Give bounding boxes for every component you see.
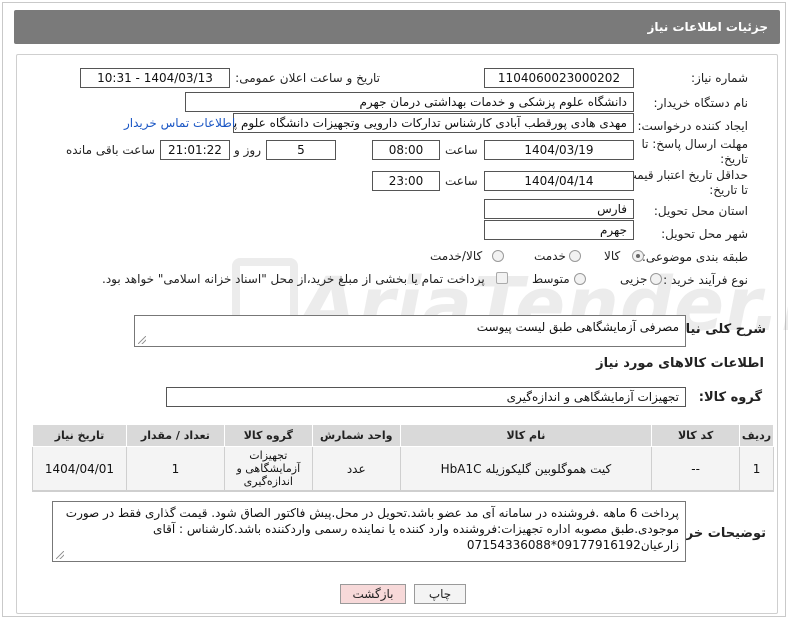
buyer-org-label: نام دستگاه خریدار: [653, 96, 749, 110]
back-button[interactable]: بازگشت [340, 584, 406, 604]
cell-name: کیت هموگلوبین گلیکوزیله HbA1C [399, 446, 653, 491]
category-radio-service[interactable] [569, 250, 581, 262]
goods-group-field[interactable]: تجهیزات آزمایشگاهی و اندازه‌گیری [166, 387, 686, 407]
deadline-label-line1: مهلت ارسال پاسخ: تا [641, 137, 748, 151]
validity-time-field[interactable]: 23:00 [372, 171, 440, 191]
creator-field[interactable]: مهدی هادی پورقطب آبادی کارشناس تدارکات د… [233, 113, 634, 133]
province-label: استان محل تحویل: [653, 204, 748, 218]
category-option-goods: کالا [604, 249, 621, 263]
header-need-date: تاریخ نیاز [32, 424, 127, 447]
validity-date-field[interactable]: 1404/04/14 [484, 171, 634, 191]
remaining-time-field[interactable]: 21:01:22 [160, 140, 230, 160]
table-header-row: ردیف کد کالا نام کالا واحد شمارش گروه کا… [32, 424, 774, 447]
category-label: طبقه بندی موضوعی: [641, 250, 748, 264]
goods-group-label: گروه کالا: [698, 390, 762, 405]
days-label: روز و [234, 143, 261, 157]
cell-row-number: 1 [739, 446, 774, 491]
need-number-field[interactable]: 1104060023000202 [484, 68, 634, 88]
category-radio-goods-service[interactable] [492, 250, 504, 262]
validity-label-line2: تا تاریخ: [709, 183, 748, 197]
table-row[interactable]: 1 -- کیت هموگلوبین گلیکوزیله HbA1C عدد ت… [32, 446, 774, 491]
resize-grip-icon[interactable] [138, 336, 146, 344]
deadline-time-label: ساعت [445, 143, 478, 157]
need-number-label: شماره نیاز: [691, 71, 748, 85]
deadline-time-field[interactable]: 08:00 [372, 140, 440, 160]
category-option-goods-service: کالا/خدمت [430, 249, 483, 263]
creator-label: ایجاد کننده درخواست: [637, 119, 748, 133]
print-button[interactable]: چاپ [414, 584, 466, 604]
process-option-medium: متوسط [532, 272, 570, 286]
announce-field[interactable]: 1404/03/13 - 10:31 [80, 68, 230, 88]
process-radio-medium[interactable] [574, 273, 586, 285]
description-text: مصرفی آزمایشگاهی طبق لیست پیوست [476, 320, 679, 334]
cell-quantity: 1 [126, 446, 225, 491]
cell-group: تجهیزات آزمایشگاهی و اندازه‌گیری [223, 446, 313, 491]
process-option-minor: جزیی [620, 272, 648, 286]
validity-time-label: ساعت [445, 174, 478, 188]
remaining-label: ساعت باقی مانده [66, 143, 156, 157]
page-title: جزئیات اطلاعات نیاز [647, 20, 768, 34]
goods-section-title: اطلاعات کالاهای مورد نیاز [596, 356, 764, 371]
validity-label-line1: حداقل تاریخ اعتبار قیمت: [621, 168, 748, 182]
process-type-label: نوع فرآیند خرید : [663, 273, 748, 287]
title-bar: جزئیات اطلاعات نیاز [14, 10, 780, 44]
announce-label: تاریخ و ساعت اعلان عمومی: [235, 71, 380, 85]
deadline-date-field[interactable]: 1404/03/19 [484, 140, 634, 160]
days-remaining-field[interactable]: 5 [266, 140, 336, 160]
description-label: شرح کلی نیاز: [672, 322, 766, 337]
buyer-org-field[interactable]: دانشگاه علوم پزشکی و خدمات بهداشتی درمان… [185, 92, 634, 112]
header-code: کد کالا [651, 424, 741, 447]
items-table: ردیف کد کالا نام کالا واحد شمارش گروه کا… [32, 424, 774, 491]
header-row-number: ردیف [739, 424, 774, 447]
description-textarea[interactable]: مصرفی آزمایشگاهی طبق لیست پیوست [134, 315, 686, 347]
process-radio-minor[interactable] [650, 273, 662, 285]
category-option-service: خدمت [534, 249, 566, 263]
resize-grip-icon[interactable] [56, 551, 64, 559]
buyer-notes-text: پرداخت 6 ماهه .فروشنده در سامانه آی مد ع… [65, 506, 679, 552]
treasury-payment-checkbox[interactable] [496, 272, 508, 284]
header-quantity: تعداد / مقدار [126, 424, 225, 447]
cell-code: -- [651, 446, 741, 491]
header-name: نام کالا [399, 424, 653, 447]
buyer-contact-link[interactable]: اطلاعات تماس خریدار [124, 116, 235, 130]
deadline-label-line2: تاریخ: [720, 152, 748, 166]
header-unit: واحد شمارش [311, 424, 401, 447]
buyer-notes-textarea[interactable]: پرداخت 6 ماهه .فروشنده در سامانه آی مد ع… [52, 501, 686, 562]
province-field[interactable]: فارس [484, 199, 634, 219]
treasury-payment-note: پرداخت تمام یا بخشی از مبلغ خرید،از محل … [102, 272, 485, 286]
category-radio-goods[interactable] [632, 250, 644, 262]
cell-unit: عدد [311, 446, 401, 491]
city-label: شهر محل تحویل: [661, 227, 748, 241]
cell-need-date: 1404/04/01 [32, 446, 127, 491]
city-field[interactable]: جهرم [484, 220, 634, 240]
header-group: گروه کالا [223, 424, 313, 447]
